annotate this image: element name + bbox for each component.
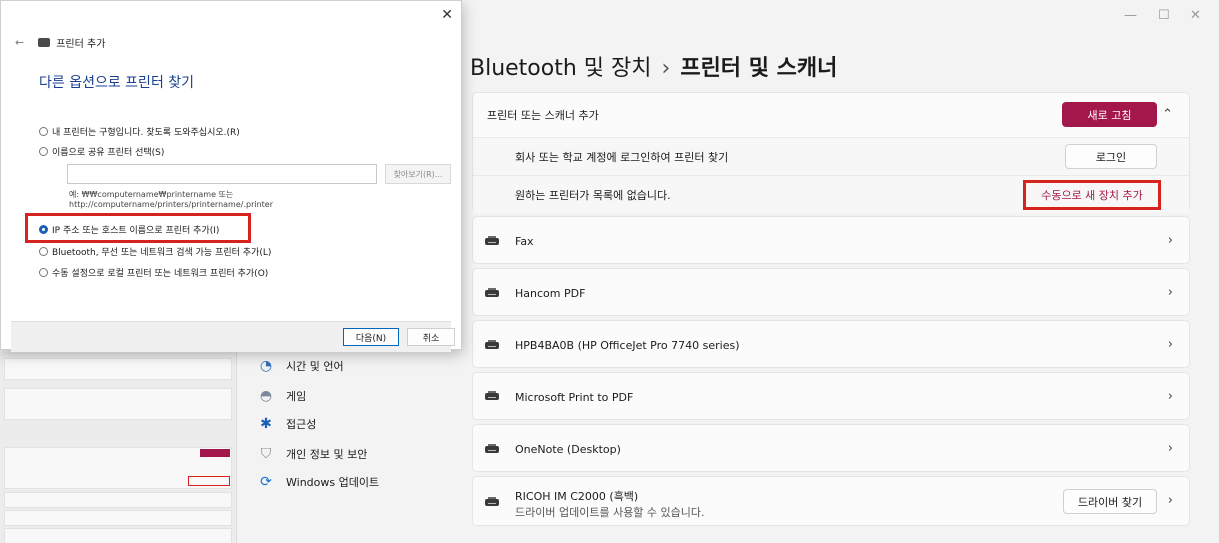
back-arrow-icon[interactable]: ← [15,36,24,49]
minimize-button[interactable]: — [1124,8,1137,23]
gamepad-icon: ◓ [259,388,273,404]
shield-icon: ⛉ [260,446,272,462]
nav-item-gaming[interactable]: ◓ 게임 [258,388,306,404]
missing-printer-label: 원하는 프린터가 목록에 없습니다. [515,188,671,202]
printer-name: Fax [515,235,534,248]
printer-card-ms-pdf[interactable]: Microsoft Print to PDF › [472,372,1190,420]
printer-icon [485,236,499,246]
printer-icon [485,340,499,350]
printer-card-fax[interactable]: Fax › [472,216,1190,264]
accessibility-icon: ✱ [260,416,272,432]
option-manual-local[interactable]: 수동 설정으로 로컬 프린터 또는 네트워크 프린터 추가(O) [39,266,268,279]
printer-name: RICOH IM C2000 (흑백) [515,490,639,503]
chevron-right-icon: › [1167,233,1173,248]
update-icon: ⟳ [260,474,272,490]
maximize-button[interactable]: ☐ [1158,8,1170,23]
breadcrumb-separator: › [661,56,671,81]
printer-card-ricoh[interactable]: RICOH IM C2000 (흑백) 드라이버 업데이트를 사용할 수 있습니… [472,476,1190,526]
globe-clock-icon: ◔ [259,358,273,374]
dialog-heading: 다른 옵션으로 프린터 찾기 [39,75,195,91]
printer-icon [485,288,499,298]
printer-name: OneNote (Desktop) [515,443,621,456]
breadcrumb-parent[interactable]: Bluetooth 및 장치 [470,56,652,81]
nav-item-privacy[interactable]: ⛉ 개인 정보 및 보안 [258,446,368,462]
refresh-button[interactable]: 새로 고침 [1062,102,1157,127]
work-account-label: 회사 또는 학교 계정에 로그인하여 프린터 찾기 [515,150,729,164]
printer-icon [485,391,499,401]
radio-button[interactable] [39,127,48,136]
example-text-line2: http://computername/printers/printername… [69,200,274,209]
dialog-header-title: 프린터 추가 [56,39,106,50]
printer-name: Microsoft Print to PDF [515,391,634,404]
nav-item-label: 개인 정보 및 보안 [286,448,368,461]
add-device-manually-button[interactable]: 수동으로 새 장치 추가 [1023,180,1161,210]
option-bluetooth-wireless[interactable]: Bluetooth, 무선 또는 네트워크 검색 가능 프린터 추가(L) [39,245,271,258]
chevron-up-icon[interactable]: ⌃ [1162,107,1173,122]
printer-name: HPB4BA0B (HP OfficeJet Pro 7740 series) [515,339,740,352]
highlight-box [25,213,251,243]
option-label: 이름으로 공유 프린터 선택(S) [52,148,165,158]
dialog-header: ← 프린터 추가 [15,35,105,50]
printer-card-hancom[interactable]: Hancom PDF › [472,268,1190,316]
chevron-right-icon: › [1167,285,1173,300]
add-printer-header[interactable]: 프린터 또는 스캐너 추가 새로 고침 ⌃ [473,93,1189,137]
chevron-right-icon: › [1167,493,1173,508]
option-older-printer[interactable]: 내 프린터는 구형입니다. 찾도록 도와주십시오.(R) [39,125,240,138]
nav-item-accessibility[interactable]: ✱ 접근성 [258,416,316,432]
example-text-line1: 예: ₩₩computername₩printername 또는 [69,190,234,199]
option-label: 수동 설정으로 로컬 프린터 또는 네트워크 프린터 추가(O) [52,269,269,279]
sign-in-button[interactable]: 로그인 [1065,144,1157,169]
add-printer-card: 프린터 또는 스캐너 추가 새로 고침 ⌃ 회사 또는 학교 계정에 로그인하여… [472,92,1190,213]
work-account-row: 회사 또는 학교 계정에 로그인하여 프린터 찾기 로그인 [473,137,1189,175]
chevron-right-icon: › [1167,389,1173,404]
close-window-button[interactable]: ✕ [1190,8,1201,23]
printer-icon [485,497,499,507]
breadcrumb-current: 프린터 및 스캐너 [680,56,838,81]
option-shared-printer[interactable]: 이름으로 공유 프린터 선택(S) [39,145,164,158]
printer-status: 드라이버 업데이트를 사용할 수 있습니다. [515,506,705,519]
add-printer-label: 프린터 또는 스캐너 추가 [487,109,599,122]
printer-icon [38,38,51,47]
browse-button[interactable]: 찾아보기(R)... [385,164,451,184]
missing-printer-row: 원하는 프린터가 목록에 없습니다. 수동으로 새 장치 추가 [473,175,1189,213]
next-button[interactable]: 다음(N) [343,328,399,346]
option-label: 내 프린터는 구형입니다. 찾도록 도와주십시오.(R) [52,128,240,138]
cancel-button[interactable]: 취소 [407,328,455,346]
find-driver-button[interactable]: 드라이버 찾기 [1063,489,1157,514]
radio-button[interactable] [39,268,48,277]
nav-item-label: 접근성 [286,418,317,431]
nested-screenshot [0,352,237,543]
radio-button[interactable] [39,247,48,256]
nav-item-windows-update[interactable]: ⟳ Windows 업데이트 [258,474,379,490]
add-printer-dialog: ✕ ← 프린터 추가 다른 옵션으로 프린터 찾기 내 프린터는 구형입니다. … [0,0,462,352]
printer-card-hp[interactable]: HPB4BA0B (HP OfficeJet Pro 7740 series) … [472,320,1190,368]
nav-item-label: 시간 및 언어 [286,360,344,373]
nav-item-time-language[interactable]: ◔ 시간 및 언어 [258,358,344,374]
printer-name: Hancom PDF [515,287,586,300]
printer-card-onenote[interactable]: OneNote (Desktop) › [472,424,1190,472]
option-label: Bluetooth, 무선 또는 네트워크 검색 가능 프린터 추가(L) [52,248,272,258]
chevron-right-icon: › [1167,441,1173,456]
radio-button[interactable] [39,147,48,156]
close-icon[interactable]: ✕ [441,7,453,23]
page-title: Bluetooth 및 장치 › 프린터 및 스캐너 [470,50,837,82]
nav-item-label: 게임 [286,390,307,403]
chevron-right-icon: › [1167,337,1173,352]
nav-item-label: Windows 업데이트 [286,476,380,489]
shared-printer-input[interactable] [67,164,377,184]
printer-icon [485,444,499,454]
